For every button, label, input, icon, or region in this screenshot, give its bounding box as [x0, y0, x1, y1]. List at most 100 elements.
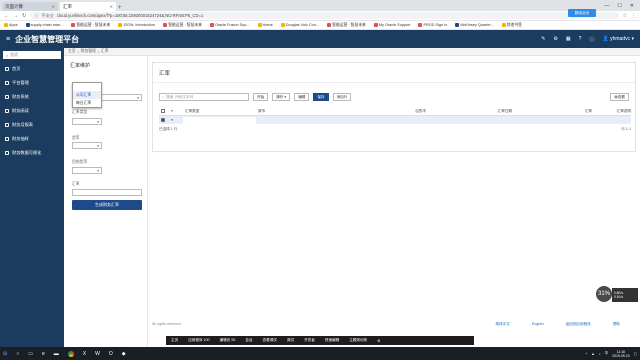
star-icon[interactable]: ☆ [623, 13, 627, 19]
reload-icon[interactable]: ↻ [22, 13, 26, 19]
bookmark-item[interactable]: 智能运营 · 智慧未来 [327, 23, 366, 28]
task-view-icon[interactable]: ▭ [28, 351, 33, 357]
go-button[interactable]: 开始 [253, 93, 269, 101]
browser-tab[interactable]: 页面计算 ✕ [2, 2, 58, 11]
folder-icon[interactable]: ▬ [54, 351, 59, 357]
type-select[interactable]: ▾ [72, 118, 102, 125]
browser-menu-icon[interactable]: ⋮ [631, 13, 636, 19]
footer-link[interactable]: English [532, 322, 544, 330]
sidebar-item-sampling[interactable]: 财务抽样 [0, 132, 64, 146]
dev-application[interactable]: 应用程序 100 [188, 338, 209, 343]
add-row-button[interactable]: 添加行 [332, 93, 352, 101]
dev-theme-roller[interactable]: 主题滚动条 [349, 338, 367, 343]
back-icon[interactable]: ← [4, 13, 9, 19]
dev-quick-edit[interactable]: 快速编辑 [325, 338, 339, 343]
select-all-checkbox[interactable] [159, 108, 169, 114]
dropdown-option-selected[interactable]: 公司汇率 [73, 91, 101, 99]
target-currency-select[interactable]: ▾ [72, 167, 102, 174]
row-checkbox[interactable] [159, 117, 169, 123]
gear-icon[interactable]: ⚙ [377, 339, 380, 343]
volume-icon[interactable]: ♪ [599, 352, 601, 356]
edit-button[interactable]: 编辑 [294, 93, 310, 101]
outlook-icon[interactable]: O [109, 351, 113, 357]
edge-icon[interactable]: e [42, 351, 45, 357]
clock[interactable]: 11:16 2019-09-23 [612, 350, 629, 358]
notification-icon[interactable]: ▢ [634, 352, 637, 356]
dev-debug[interactable]: 调试 [287, 338, 294, 343]
column-header[interactable]: 汇率类型 [183, 109, 256, 114]
bookmark-item[interactable]: My Oracle Support [373, 23, 410, 27]
maximize-icon[interactable]: ☐ [617, 3, 621, 9]
excel-icon[interactable]: X [83, 351, 86, 357]
table-cell[interactable] [183, 116, 256, 124]
bookmark-item[interactable]: 其他书签 [501, 23, 522, 28]
browser-tab-active[interactable]: 汇率 ✕ [60, 2, 116, 11]
column-header[interactable]: 汇率 [514, 109, 594, 114]
table-row[interactable]: ≡ [159, 116, 631, 124]
bookmark-item[interactable]: 智能运营 · 智慧未来 [71, 23, 110, 28]
windows-start-icon[interactable]: ⊞ [3, 351, 7, 357]
chrome-icon[interactable] [67, 350, 74, 357]
column-header[interactable]: 汇率日期 [428, 109, 514, 114]
sidebar-item-finance-system[interactable]: 财务系统 [0, 90, 64, 104]
save-button[interactable]: 保存 [313, 93, 329, 101]
bookmark-item[interactable]: 智能运营 · 智慧未来 [163, 23, 202, 28]
close-window-icon[interactable]: ✕ [630, 3, 634, 9]
app-icon[interactable]: ◆ [122, 351, 126, 357]
dev-developer[interactable]: 开发者 [304, 338, 315, 343]
bookmark-item[interactable]: Home [257, 23, 273, 27]
network-icon[interactable]: ▲ [591, 352, 595, 356]
help-icon[interactable]: ⓘ [589, 36, 594, 43]
bookmark-item[interactable]: Douglas Volz Con... [280, 23, 319, 27]
word-icon[interactable]: W [95, 351, 100, 357]
bookmark-item[interactable]: supply chain man... [25, 23, 63, 27]
breadcrumb-item[interactable]: 主页 [68, 49, 76, 54]
dropdown-option[interactable]: 每日汇率 [73, 99, 101, 107]
tray-up-icon[interactable]: ^ [586, 352, 588, 356]
row-menu-icon[interactable]: ≡ [169, 118, 183, 122]
url-field[interactable]: ⓘ 不安全 cloud.yunhitech.com/apex/f?p=100:5… [30, 12, 619, 19]
minimize-icon[interactable]: — [604, 3, 609, 9]
dev-session[interactable]: 会话 [245, 338, 252, 343]
bookmark-item[interactable]: JSON: Introduction [118, 23, 155, 27]
dropdown-option[interactable] [73, 83, 101, 91]
column-header[interactable]: 汇率说明 [594, 109, 631, 114]
bookmark-item[interactable]: McKinsey Quarter... [455, 23, 494, 27]
security-icon[interactable]: ⓘ [34, 13, 38, 19]
settings-icon[interactable]: ⚙ [553, 36, 557, 42]
close-tab-icon[interactable]: ✕ [52, 4, 55, 9]
user-menu[interactable]: 👤 yhmadvc ▾ [602, 36, 634, 42]
column-header[interactable]: 目的币 [342, 109, 428, 114]
sidebar-item-platform[interactable]: 平台管理 [0, 76, 64, 90]
hamburger-menu-icon[interactable]: ≡ [6, 36, 10, 43]
sidebar-item-finance-read[interactable]: 财务阅读 [0, 104, 64, 118]
generate-rate-button[interactable]: 生成财务汇率 [72, 200, 142, 210]
rate-input[interactable] [72, 189, 142, 196]
footer-link[interactable]: 返回到应用程序 [566, 322, 591, 330]
sidebar-search[interactable]: ⌕ 搜索 [3, 51, 61, 59]
bookmark-item[interactable]: PROD Sign In [418, 23, 447, 27]
search-icon[interactable]: ○ [16, 351, 19, 357]
bookmark-item[interactable]: Oracle Fusion Sup... [209, 23, 250, 27]
dev-edit-page[interactable]: 编辑页 55 [220, 338, 236, 343]
close-tab-icon[interactable]: ✕ [110, 4, 113, 9]
dev-view-debug[interactable]: 查看调试 [263, 338, 277, 343]
grid-search-input[interactable]: ⌕ 搜索: 所有文本列 [159, 93, 249, 101]
currency-select[interactable]: ▾ [72, 142, 102, 149]
bookmark-item[interactable]: Apps [4, 23, 18, 27]
dev-home[interactable]: 主页 [171, 338, 178, 343]
footer-link[interactable]: 简体中文 [495, 322, 509, 330]
breadcrumb-item[interactable]: 财务管理 [81, 49, 96, 54]
sidebar-item-monthly-report[interactable]: 财务月报表 [0, 118, 64, 132]
view-button[interactable]: ▤ 查看 [610, 93, 629, 101]
actions-button[interactable]: 操作 ▾ [272, 93, 291, 101]
translate-popup[interactable]: 翻译此页 [568, 9, 596, 17]
edit-icon[interactable]: ✎ [541, 36, 545, 42]
column-header[interactable]: 原币 [256, 109, 342, 114]
sidebar-item-home[interactable]: 首页 [0, 62, 64, 76]
forward-icon[interactable]: → [13, 13, 18, 19]
sidebar-item-visualization[interactable]: 财务数据可视化 [0, 146, 64, 160]
float-badge[interactable]: 31% [596, 286, 612, 302]
input-language[interactable]: 中 [605, 351, 609, 356]
footer-link[interactable]: 帮助 [613, 322, 620, 330]
